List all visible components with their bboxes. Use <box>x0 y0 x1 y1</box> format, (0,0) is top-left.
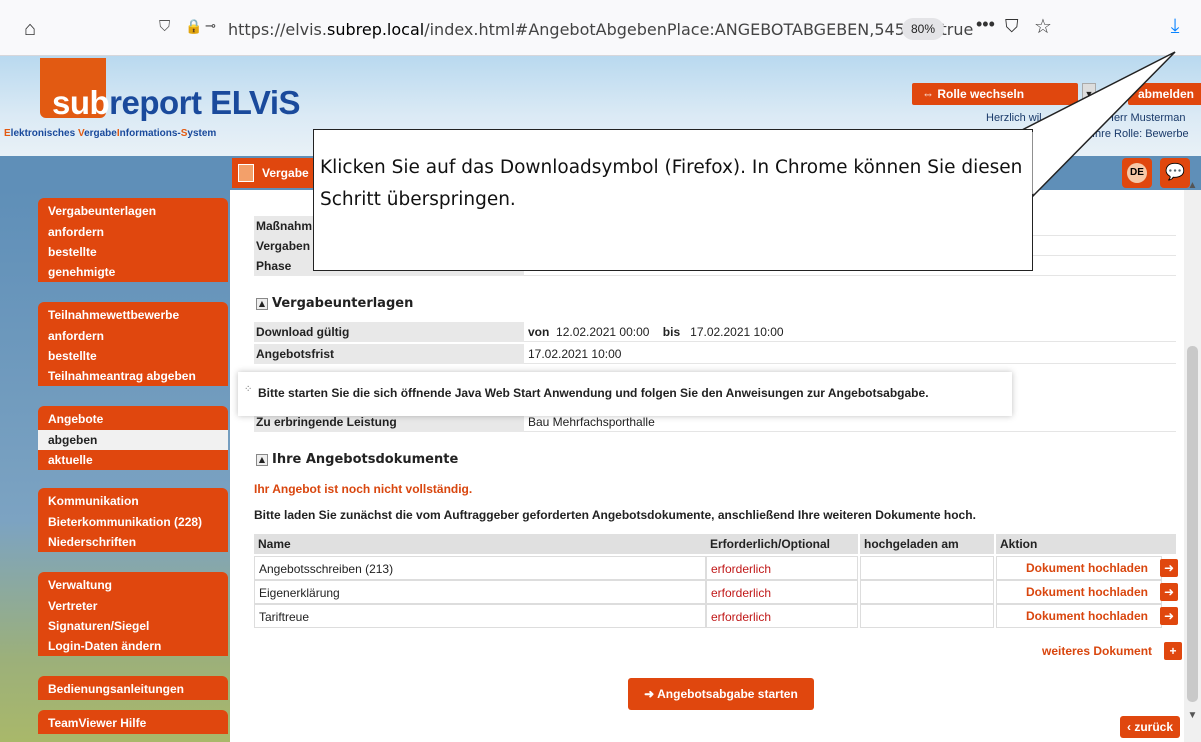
sidebar-group-title: Verwaltung <box>48 578 113 592</box>
info-value: 17.02.2021 10:00 <box>528 347 622 361</box>
more-actions-icon[interactable]: ••• <box>976 14 995 35</box>
browser-toolbar: ⌂ ⛉ 🔒 ⊸ https://elvis.subrep.local/index… <box>0 0 1201 56</box>
doc-name: Angebotsschreiben (213) <box>254 556 706 580</box>
sidebar-group-title: Teilnahmewettbewerbe <box>48 308 180 322</box>
logo-tagline: Elektronisches VergabeInformations-Syste… <box>4 128 217 139</box>
add-document-link[interactable]: weiteres Dokument <box>1042 644 1152 658</box>
tab-label: Vergabe <box>262 166 309 180</box>
scroll-down-icon[interactable]: ▼ <box>1184 710 1201 724</box>
sidebar-item-anfordern[interactable]: anfordern <box>38 326 228 346</box>
sidebar-item-abgeben[interactable]: abgeben <box>38 430 228 450</box>
sidebar-item-bieterkommunikation[interactable]: Bieterkommunikation (228) <box>38 512 228 532</box>
start-submission-button[interactable]: ➜ Angebotsabgabe starten <box>628 678 814 710</box>
upload-icon[interactable]: ➜ <box>1160 607 1178 625</box>
sidebar-group-kommunikation: Kommunikation Bieterkommunikation (228) … <box>38 488 228 552</box>
table-header: hochgeladen am <box>860 534 994 554</box>
upload-document-link[interactable]: Dokument hochladen <box>1026 585 1148 599</box>
sidebar-group-verwaltung: Verwaltung Vertreter Signaturen/Siegel L… <box>38 572 228 656</box>
sidebar-item-login-daten[interactable]: Login-Daten ändern <box>38 636 228 656</box>
user-name: Herr Musterman <box>1106 112 1186 124</box>
sidebar-group-title: Angebote <box>48 412 104 426</box>
main-content: Maßnahm Vergaben Phase ▲ Vergabeunterlage… <box>238 190 1184 742</box>
language-button[interactable]: DE <box>1122 158 1152 188</box>
info-value: von 12.02.2021 00:00 bis 17.02.2021 10:0… <box>528 325 784 339</box>
warning-text: Ihr Angebot ist noch nicht vollständig. <box>254 482 473 496</box>
role-dropdown[interactable]: ▼ <box>1082 83 1096 105</box>
logo: subreport ELViS <box>52 84 300 121</box>
address-bar[interactable]: https://elvis.subrep.local/index.html#An… <box>228 20 973 39</box>
doc-name: Tariftreue <box>254 604 706 628</box>
sidebar-item-bestellte[interactable]: bestellte <box>38 242 228 262</box>
bookmark-star-icon[interactable]: ☆ <box>1034 14 1052 39</box>
sidebar-item-teilnahmeantrag[interactable]: Teilnahmeantrag abgeben <box>38 366 228 386</box>
sidebar-item-genehmigte[interactable]: genehmigte <box>38 262 228 282</box>
sidebar-item-vertreter[interactable]: Vertreter <box>38 596 228 616</box>
instruction-text: Bitte laden Sie zunächst die vom Auftrag… <box>254 508 976 522</box>
info-value: Bau Mehrfachsporthalle <box>528 415 655 429</box>
sidebar-item-niederschriften[interactable]: Niederschriften <box>38 532 228 552</box>
pocket-icon[interactable]: ⛉ <box>1005 16 1019 37</box>
plus-icon[interactable]: + <box>1164 642 1182 660</box>
sidebar-group-title: Vergabeunterlagen <box>48 204 157 218</box>
sidebar-item-signaturen[interactable]: Signaturen/Siegel <box>38 616 228 636</box>
user-role: Ihre Rolle: Bewerbe <box>1092 128 1189 140</box>
doc-uploaded <box>860 580 994 604</box>
logout-button[interactable]: abmelden <box>1128 83 1201 105</box>
java-webstart-notice: ⁘ Bitte starten Sie die sich öffnende Ja… <box>238 372 1012 416</box>
notice-text: Bitte starten Sie die sich öffnende Java… <box>258 386 929 400</box>
key-icon[interactable]: ⊸ <box>205 18 216 34</box>
sidebar: Vergabeunterlagen anfordern bestellte ge… <box>0 190 230 742</box>
download-icon[interactable]: ⤓ <box>1163 15 1187 38</box>
sidebar-group-angebote: Angebote abgeben aktuelle <box>38 406 228 470</box>
sidebar-group-vergabeunterlagen: Vergabeunterlagen anfordern bestellte ge… <box>38 198 228 282</box>
section-vergabeunterlagen[interactable]: ▲ Vergabeunterlagen <box>256 296 413 311</box>
spinner-icon: ⁘ <box>244 384 253 395</box>
doc-name: Eigenerklärung <box>254 580 706 604</box>
section-angebotsdokumente[interactable]: ▲ Ihre Angebotsdokumente <box>256 452 458 467</box>
doc-uploaded <box>860 604 994 628</box>
sidebar-group-title: Bedienungsanleitungen <box>48 682 185 696</box>
doc-required: erforderlich <box>706 556 858 580</box>
callout-text: Klicken Sie auf das Downloadsymbol (Fire… <box>320 157 1023 210</box>
doc-required: erforderlich <box>706 580 858 604</box>
role-switch-button[interactable]: ⇔ Rolle wechseln <box>912 83 1078 105</box>
welcome-text: Herzlich wil <box>986 112 1042 124</box>
doc-uploaded <box>860 556 994 580</box>
upload-document-link[interactable]: Dokument hochladen <box>1026 609 1148 623</box>
sidebar-group-title: Kommunikation <box>48 494 139 508</box>
table-header: Aktion <box>996 534 1176 554</box>
shield-icon[interactable]: ⛉ <box>159 18 170 35</box>
upload-icon[interactable]: ➜ <box>1160 559 1178 577</box>
collapse-icon[interactable]: ▲ <box>256 298 268 310</box>
sidebar-group-title: TeamViewer Hilfe <box>48 716 147 730</box>
info-row: Angebotsfrist 17.02.2021 10:00 <box>254 344 1176 364</box>
table-header: Name <box>254 534 706 554</box>
upload-icon[interactable]: ➜ <box>1160 583 1178 601</box>
collapse-icon[interactable]: ▲ <box>256 454 268 466</box>
sidebar-group-teilnahme: Teilnahmewettbewerbe anfordern bestellte… <box>38 302 228 386</box>
info-row: Download gültig von 12.02.2021 00:00 bis… <box>254 322 1176 342</box>
sidebar-group-teamviewer[interactable]: TeamViewer Hilfe <box>38 710 228 734</box>
lock-warning-icon[interactable]: 🔒 <box>185 18 202 35</box>
upload-document-link[interactable]: Dokument hochladen <box>1026 561 1148 575</box>
sidebar-item-bestellte[interactable]: bestellte <box>38 346 228 366</box>
table-header: Erforderlich/Optional <box>706 534 858 554</box>
sidebar-group-bedienungsanleitungen[interactable]: Bedienungsanleitungen <box>38 676 228 700</box>
back-button[interactable]: ‹ zurück <box>1120 716 1180 738</box>
home-icon[interactable]: ⌂ <box>18 17 42 41</box>
scroll-up-icon[interactable]: ▲ <box>1184 180 1201 194</box>
doc-required: erforderlich <box>706 604 858 628</box>
zoom-indicator[interactable]: 80% <box>902 18 944 40</box>
sidebar-item-anfordern[interactable]: anfordern <box>38 222 228 242</box>
info-key: Download gültig <box>254 322 524 342</box>
tutorial-callout: Klicken Sie auf das Downloadsymbol (Fire… <box>313 129 1033 271</box>
scrollbar-thumb[interactable] <box>1187 346 1198 702</box>
document-icon <box>238 164 254 182</box>
sidebar-item-aktuelle[interactable]: aktuelle <box>38 450 228 470</box>
info-key: Angebotsfrist <box>254 344 524 364</box>
